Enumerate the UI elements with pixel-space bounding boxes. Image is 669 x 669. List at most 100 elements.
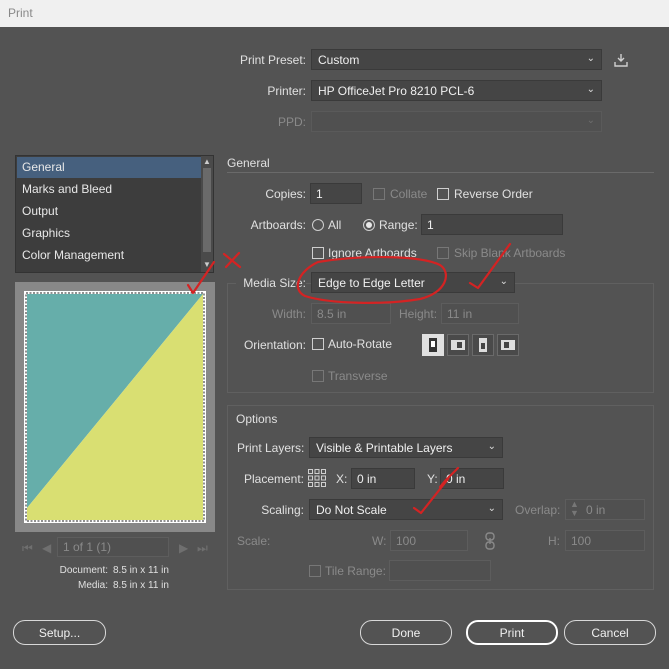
width-label: Width:: [271, 307, 306, 321]
overlap-input[interactable]: ▲ ▼ 0 in: [565, 499, 645, 520]
category-list-scrollbar[interactable]: ▲ ▼: [201, 156, 213, 272]
scale-h-label: H:: [548, 534, 560, 548]
print-layers-value: Visible & Printable Layers: [316, 441, 453, 455]
tile-range-checkbox[interactable]: [309, 565, 321, 577]
media-size-info-value: 8.5 in x 11 in: [113, 580, 169, 591]
scroll-down-icon[interactable]: ▼: [203, 260, 211, 269]
options-section-title: Options: [233, 412, 281, 426]
scaling-select[interactable]: Do Not Scale ⌄: [309, 499, 503, 520]
scale-label: Scale:: [237, 534, 271, 548]
tile-range-label: Tile Range:: [325, 564, 386, 578]
placement-y-input[interactable]: 0 in: [440, 468, 504, 489]
prev-page-icon[interactable]: ◀: [42, 541, 51, 555]
print-preset-value: Custom: [318, 53, 360, 67]
annotation-cross: [222, 251, 242, 269]
media-size-label: Media Size:: [236, 276, 306, 290]
copies-input[interactable]: 1: [310, 183, 362, 204]
tile-range-input[interactable]: [389, 560, 491, 581]
link-icon[interactable]: [482, 531, 498, 551]
window-title-bar: Print: [0, 0, 669, 27]
artboards-range-label: Range:: [379, 218, 418, 232]
stepper-icon[interactable]: ▲ ▼: [570, 500, 579, 518]
scale-w-label: W:: [372, 534, 387, 548]
sidebar-item-output[interactable]: Output: [17, 201, 202, 222]
placement-grid-icon[interactable]: [307, 468, 327, 488]
general-divider: [227, 172, 654, 173]
scale-h-input[interactable]: 100: [565, 530, 645, 551]
orientation-landscape-button[interactable]: [447, 334, 469, 356]
media-size-info-label: Media:: [77, 580, 108, 591]
artboards-all-radio[interactable]: [312, 219, 324, 231]
artboards-all-label: All: [328, 218, 342, 232]
general-section-title: General: [227, 156, 270, 170]
artboards-range-input[interactable]: 1: [421, 214, 563, 235]
chevron-down-icon: ⌄: [586, 53, 595, 64]
sidebar-item-general[interactable]: General: [17, 157, 202, 178]
printer-value: HP OfficeJet Pro 8210 PCL-6: [318, 84, 475, 98]
ignore-artboards-label: Ignore Artboards: [328, 246, 417, 260]
last-page-icon[interactable]: ⏭: [197, 541, 208, 556]
chevron-down-icon: ⌄: [499, 276, 508, 287]
scale-w-input[interactable]: 100: [390, 530, 468, 551]
reverse-portrait-icon: [479, 338, 487, 352]
scroll-up-icon[interactable]: ▲: [203, 157, 211, 166]
copies-label: Copies:: [265, 187, 306, 201]
scaling-label: Scaling:: [261, 503, 304, 517]
save-preset-icon[interactable]: [613, 52, 629, 68]
orientation-reverse-landscape-button[interactable]: [497, 334, 519, 356]
height-input[interactable]: 11 in: [441, 303, 519, 324]
cancel-button[interactable]: Cancel: [564, 620, 656, 645]
transverse-label: Transverse: [328, 369, 388, 383]
chevron-down-icon: ⌄: [586, 84, 595, 95]
print-preset-select[interactable]: Custom ⌄: [311, 49, 602, 70]
auto-rotate-label: Auto-Rotate: [328, 337, 393, 351]
portrait-icon: [429, 338, 437, 352]
window-title: Print: [8, 6, 33, 20]
placement-label: Placement:: [243, 472, 304, 486]
transverse-checkbox[interactable]: [312, 370, 324, 382]
scrollbar-thumb[interactable]: [203, 168, 211, 252]
reverse-order-label: Reverse Order: [454, 187, 533, 201]
placement-x-label: X:: [336, 472, 348, 486]
scaling-value: Do Not Scale: [316, 503, 387, 517]
chevron-down-icon: ⌄: [487, 441, 496, 452]
ppd-select[interactable]: ⌄: [311, 111, 602, 132]
artboards-range-radio[interactable]: [363, 219, 375, 231]
height-label: Height:: [399, 307, 438, 321]
sidebar-item-graphics[interactable]: Graphics: [17, 223, 202, 244]
skip-blank-artboards-label: Skip Blank Artboards: [454, 246, 566, 260]
sidebar-item-marks-and-bleed[interactable]: Marks and Bleed: [17, 179, 202, 200]
sidebar-item-color-management[interactable]: Color Management: [17, 245, 202, 266]
print-layers-select[interactable]: Visible & Printable Layers ⌄: [309, 437, 503, 458]
first-page-icon[interactable]: ⏮: [22, 541, 33, 556]
collate-checkbox[interactable]: [373, 188, 385, 200]
media-size-select[interactable]: Edge to Edge Letter ⌄: [311, 272, 515, 293]
placement-x-input[interactable]: 0 in: [351, 468, 415, 489]
skip-blank-artboards-checkbox[interactable]: [437, 247, 449, 259]
page-indicator[interactable]: 1 of 1 (1): [57, 537, 169, 557]
ignore-artboards-checkbox[interactable]: [312, 247, 324, 259]
orientation-label: Orientation:: [243, 338, 306, 352]
reverse-order-checkbox[interactable]: [437, 188, 449, 200]
ppd-label: PPD:: [277, 115, 306, 129]
setup-button[interactable]: Setup...: [13, 620, 106, 645]
chevron-down-icon: ⌄: [586, 115, 595, 126]
landscape-icon: [451, 340, 465, 350]
width-input[interactable]: 8.5 in: [311, 303, 391, 324]
overlap-label: Overlap:: [515, 503, 561, 517]
print-button[interactable]: Print: [466, 620, 558, 645]
printer-select[interactable]: HP OfficeJet Pro 8210 PCL-6 ⌄: [311, 80, 602, 101]
sidebar-item-partial: [17, 267, 202, 272]
next-page-icon[interactable]: ▶: [179, 541, 188, 555]
category-list[interactable]: General Marks and Bleed Output Graphics …: [15, 155, 214, 273]
placement-y-label: Y:: [427, 472, 438, 486]
chevron-down-icon: ⌄: [487, 503, 496, 514]
done-button[interactable]: Done: [360, 620, 452, 645]
document-size-value: 8.5 in x 11 in: [113, 565, 169, 576]
orientation-portrait-button[interactable]: [422, 334, 444, 356]
auto-rotate-checkbox[interactable]: [312, 338, 324, 350]
printer-label: Printer:: [267, 84, 306, 98]
artboards-label: Artboards:: [250, 218, 306, 232]
orientation-reverse-portrait-button[interactable]: [472, 334, 494, 356]
print-preset-label: Print Preset:: [239, 53, 306, 67]
